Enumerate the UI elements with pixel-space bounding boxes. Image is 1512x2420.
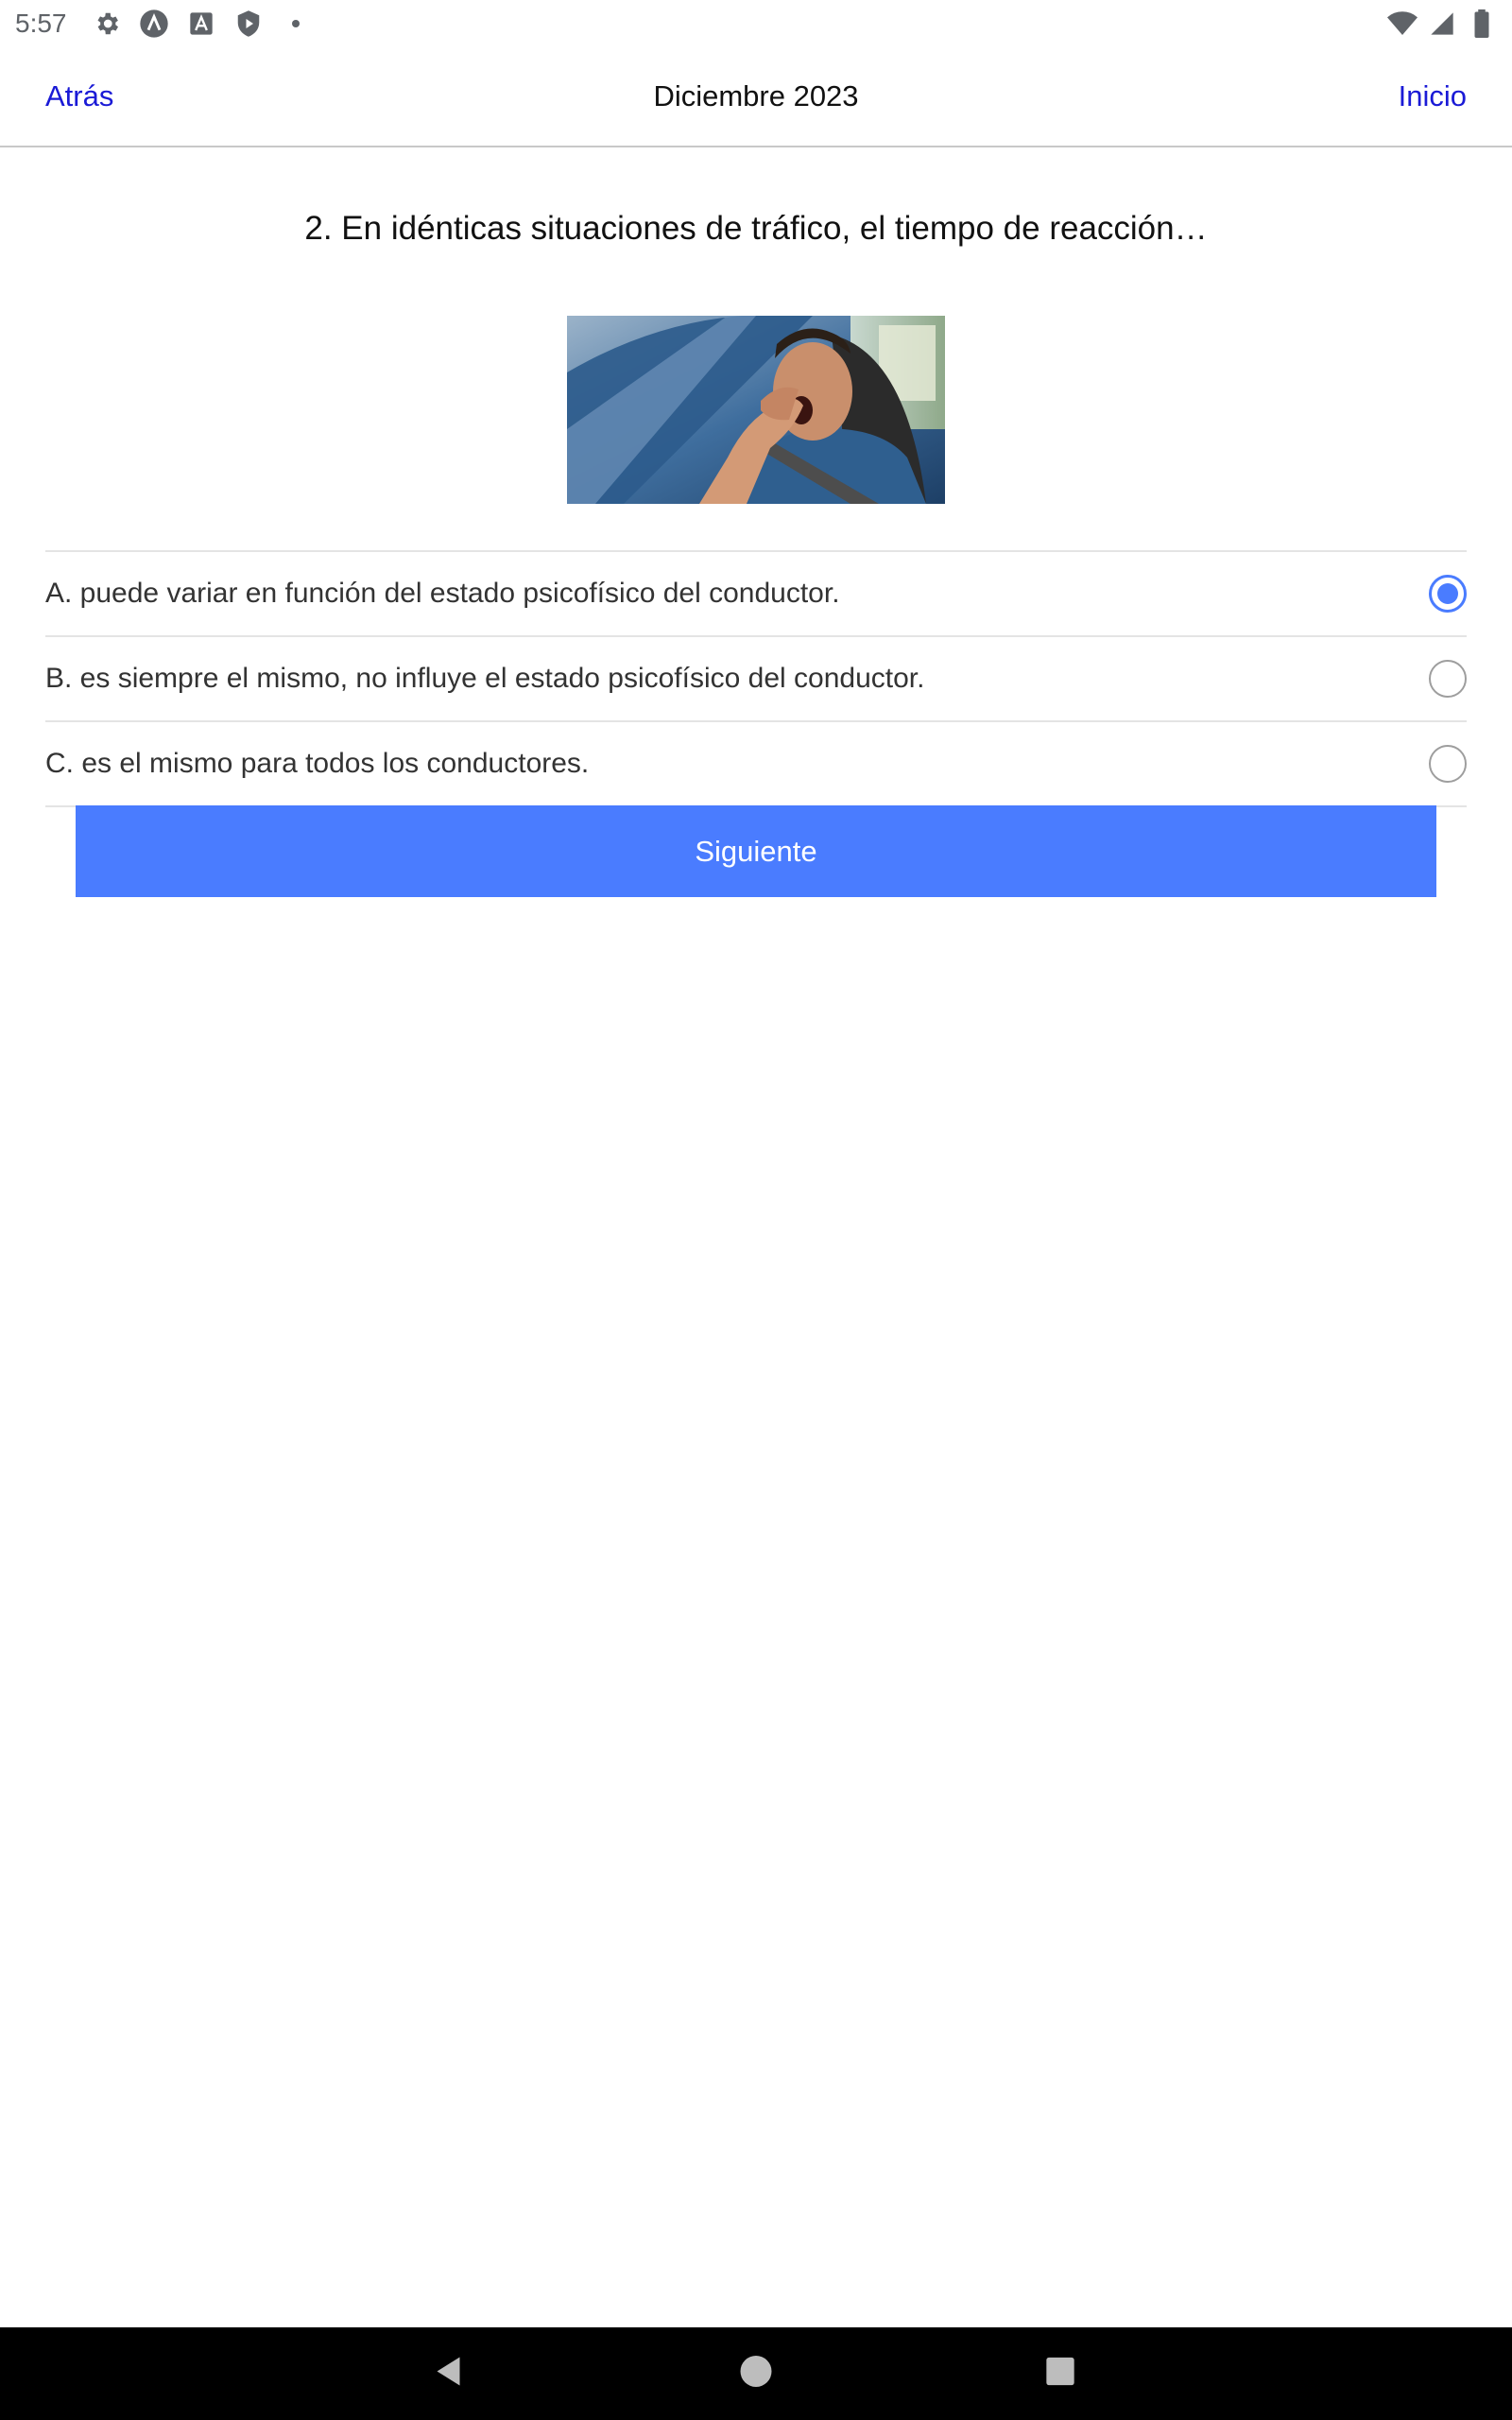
gear-icon: [92, 9, 122, 39]
option-b-label: B. es siempre el mismo, no influye el es…: [45, 663, 925, 694]
battery-icon: [1467, 9, 1497, 39]
dot-icon: [281, 9, 311, 39]
a-box-icon: [186, 9, 216, 39]
status-left: 5:57: [15, 9, 311, 39]
option-c[interactable]: C. es el mismo para todos los conductore…: [45, 722, 1467, 807]
screen: 5:57 Atrás Diciembre 2023 Inicio 2. En i…: [0, 0, 1512, 2420]
option-a-radio[interactable]: [1429, 575, 1467, 613]
option-c-label: C. es el mismo para todos los conductore…: [45, 748, 590, 779]
status-bar: 5:57: [0, 0, 1512, 47]
wifi-icon: [1387, 9, 1418, 39]
status-right: [1387, 9, 1497, 39]
back-triangle-icon[interactable]: [433, 2355, 467, 2394]
app-header: Atrás Diciembre 2023 Inicio: [0, 47, 1512, 147]
question-text: 2. En idénticas situaciones de tráfico, …: [304, 210, 1208, 247]
home-link[interactable]: Inicio: [1399, 79, 1467, 113]
option-a-label: A. puede variar en función del estado ps…: [45, 578, 840, 609]
page-title: Diciembre 2023: [653, 79, 859, 112]
option-c-radio[interactable]: [1429, 745, 1467, 783]
status-time: 5:57: [15, 9, 67, 38]
option-b-radio[interactable]: [1429, 660, 1467, 698]
system-nav-bar: [0, 2327, 1512, 2420]
recents-square-icon[interactable]: [1045, 2357, 1075, 2392]
question-image: [567, 316, 945, 504]
next-button[interactable]: Siguiente: [76, 805, 1436, 897]
shield-play-icon: [233, 9, 264, 39]
option-b[interactable]: B. es siempre el mismo, no influye el es…: [45, 637, 1467, 722]
home-circle-icon[interactable]: [739, 2355, 773, 2394]
answer-options: A. puede variar en función del estado ps…: [45, 550, 1467, 807]
android-a-icon: [139, 9, 169, 39]
signal-icon: [1427, 9, 1457, 39]
option-a[interactable]: A. puede variar en función del estado ps…: [45, 552, 1467, 637]
